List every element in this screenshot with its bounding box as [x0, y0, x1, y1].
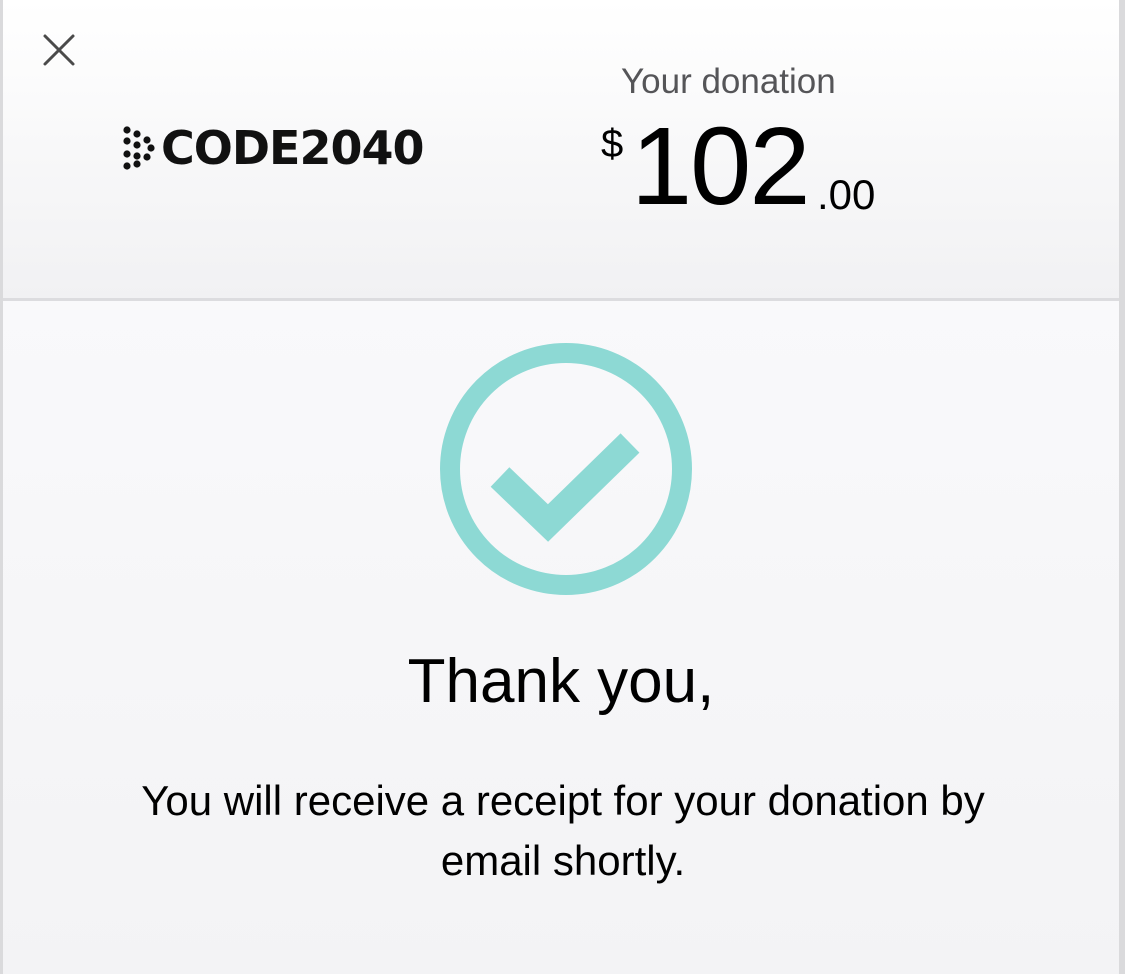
dot-arrow-logo-icon — [123, 126, 155, 170]
checkmark-circle-icon — [440, 343, 692, 595]
amount-minor: .00 — [817, 171, 876, 218]
success-indicator — [438, 341, 694, 597]
code2040-logo: CODE2040 — [121, 118, 424, 178]
logo-wordmark: CODE2040 — [161, 121, 424, 175]
confirmation-content: Thank you, You will receive a receipt fo… — [3, 301, 1119, 974]
donation-confirmation-modal: CODE2040 Your donation $ 102 .00 Thank y… — [0, 0, 1125, 974]
modal-header: CODE2040 Your donation $ 102 .00 — [3, 0, 1119, 301]
amount-currency: $ — [601, 122, 624, 166]
close-icon[interactable] — [39, 30, 79, 70]
donation-label: Your donation — [621, 62, 836, 101]
close-button[interactable] — [39, 30, 79, 70]
thank-you-heading: Thank you, — [407, 647, 715, 716]
amount-major: 102 — [631, 105, 811, 228]
receipt-message: You will receive a receipt for your dona… — [141, 777, 985, 884]
